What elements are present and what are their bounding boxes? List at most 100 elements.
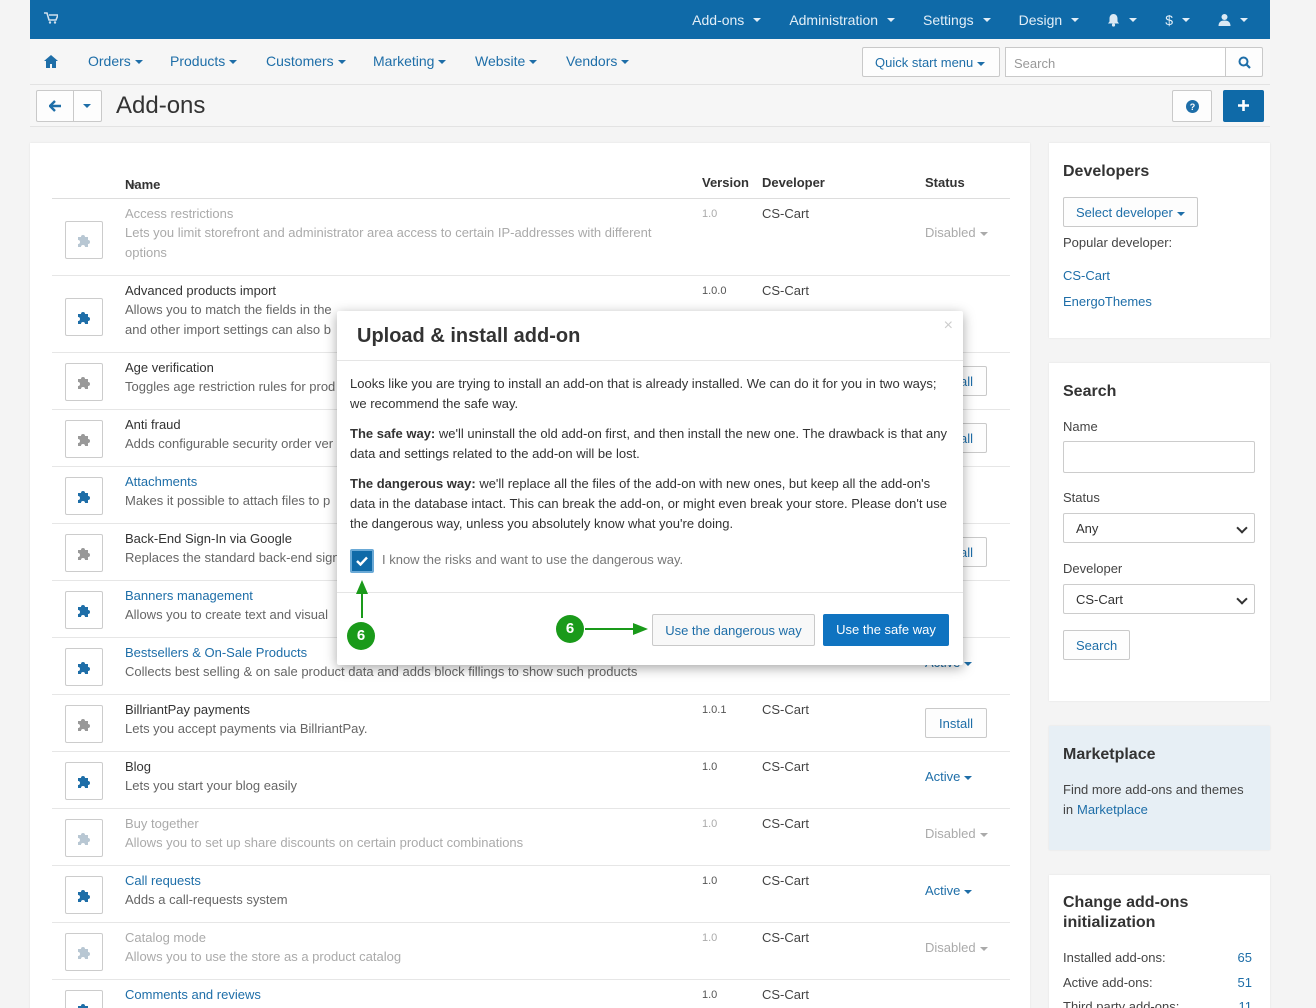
status-dropdown[interactable]: Disabled <box>925 940 988 955</box>
name-filter-input[interactable] <box>1063 441 1255 473</box>
installed-count[interactable]: 65 <box>1238 950 1252 965</box>
table-row: BillriantPay payments Lets you accept pay… <box>52 695 1010 752</box>
menu-administration[interactable]: Administration <box>775 12 909 28</box>
currency-menu[interactable]: $ <box>1151 12 1204 28</box>
nav-marketing[interactable]: Marketing <box>373 53 447 69</box>
risk-checkbox[interactable] <box>350 549 374 573</box>
notifications-menu[interactable] <box>1093 13 1151 27</box>
safe-line-2: data and settings related to the add-on … <box>350 446 640 461</box>
marketplace-text: Find more add-ons and themes <box>1063 782 1244 797</box>
addon-description: Lets you accept payments via BillriantPa… <box>125 721 368 736</box>
nav-website[interactable]: Website <box>475 53 538 69</box>
puzzle-icon <box>78 833 90 845</box>
addon-description: Collects best selling & on sale product … <box>125 664 638 679</box>
developer-link-energothemes[interactable]: EnergoThemes <box>1063 294 1152 309</box>
init-panel: Change add-ons initialization Installed … <box>1049 875 1270 1008</box>
menu-settings[interactable]: Settings <box>909 12 1005 28</box>
nav-customers[interactable]: Customers <box>266 53 346 69</box>
search-button[interactable] <box>1225 47 1263 77</box>
puzzle-icon <box>78 719 90 731</box>
addon-developer: CS-Cart <box>762 702 809 717</box>
addon-developer: CS-Cart <box>762 873 809 888</box>
quick-start-menu-button[interactable]: Quick start menu <box>862 47 1000 77</box>
user-menu[interactable] <box>1204 13 1270 26</box>
sidebar-search-button[interactable]: Search <box>1063 630 1131 660</box>
back-dropdown[interactable] <box>73 90 102 122</box>
status-dropdown[interactable]: Disabled <box>925 225 988 240</box>
back-button[interactable] <box>36 90 74 122</box>
search-input[interactable]: Search <box>1005 47 1226 77</box>
addon-name: Buy together <box>125 816 199 831</box>
modal-title: Upload & install add-on <box>357 325 581 347</box>
addon-developer: CS-Cart <box>762 206 809 221</box>
addon-puzzle-icon <box>65 648 103 686</box>
addon-developer: CS-Cart <box>762 283 809 298</box>
marketplace-title: Marketplace <box>1063 746 1156 763</box>
addon-name[interactable]: Attachments <box>125 474 197 489</box>
addon-description: Allows you to use the store as a product… <box>125 949 402 964</box>
title-bar: Add-ons ? <box>30 85 1270 127</box>
use-dangerous-way-button[interactable]: Use the dangerous way <box>652 614 815 646</box>
modal-intro: Looks like you are trying to install an … <box>350 374 950 414</box>
puzzle-icon <box>78 491 90 503</box>
question-icon: ? <box>1186 100 1199 113</box>
addon-puzzle-icon <box>65 591 103 629</box>
home-icon[interactable] <box>44 55 58 68</box>
help-button[interactable]: ? <box>1172 90 1212 122</box>
add-addon-button[interactable] <box>1223 90 1264 122</box>
modal-header: Upload & install add-on × <box>337 311 963 361</box>
puzzle-icon <box>78 312 90 324</box>
addon-description: Adds configurable security order ver <box>125 436 334 451</box>
search-panel: Search Name Status Any Developer CS-Cart… <box>1049 363 1270 701</box>
nav-vendors[interactable]: Vendors <box>566 53 630 69</box>
install-button[interactable]: Install <box>925 708 987 738</box>
addon-puzzle-icon <box>65 933 103 971</box>
addon-name: Catalog mode <box>125 930 206 945</box>
use-safe-way-button[interactable]: Use the safe way <box>823 614 949 646</box>
addon-name: Access restrictions <box>125 206 234 221</box>
risk-checkbox-label[interactable]: I know the risks and want to use the dan… <box>382 552 683 567</box>
cart-icon[interactable] <box>44 12 58 24</box>
danger-line-1-text: we'll replace all the files of the add-o… <box>475 476 931 491</box>
addon-puzzle-icon <box>65 876 103 914</box>
table-row: Call requests Adds a call-requests system… <box>52 866 1010 923</box>
status-dropdown[interactable]: Disabled <box>925 826 988 841</box>
search-title: Search <box>1063 383 1117 400</box>
addon-name[interactable]: Banners management <box>125 588 253 603</box>
marketplace-link[interactable]: Marketplace <box>1077 802 1148 817</box>
addon-name[interactable]: Bestsellers & On-Sale Products <box>125 645 307 660</box>
status-dropdown[interactable]: Active <box>925 883 973 898</box>
active-count[interactable]: 51 <box>1238 975 1252 990</box>
name-label: Name <box>1063 419 1098 434</box>
checkmark-icon <box>356 556 368 566</box>
upload-install-modal: Upload & install add-on × Looks like you… <box>337 311 963 665</box>
status-select[interactable]: Any <box>1063 513 1255 543</box>
close-icon[interactable]: × <box>944 317 953 335</box>
addon-developer: CS-Cart <box>762 816 809 831</box>
nav-products[interactable]: Products <box>170 53 238 69</box>
select-developer-button[interactable]: Select developer <box>1063 197 1198 227</box>
table-row: Buy together Allows you to set up share d… <box>52 809 1010 866</box>
menu-design[interactable]: Design <box>1005 12 1094 28</box>
table-header: Name Version Developer Status <box>52 173 1010 199</box>
addon-version: 1.0 <box>702 989 718 1001</box>
developer-select[interactable]: CS-Cart <box>1063 584 1255 614</box>
bell-icon <box>1108 13 1120 27</box>
third-party-label: Third party add-ons: <box>1063 999 1180 1008</box>
addon-description: Adds a call-requests system <box>125 892 288 907</box>
addon-version: 1.0 <box>702 208 718 220</box>
nav-orders[interactable]: Orders <box>88 53 143 69</box>
addon-name[interactable]: Call requests <box>125 873 201 888</box>
arrow-left-icon <box>49 100 61 112</box>
addon-name[interactable]: Comments and reviews <box>125 987 261 1002</box>
addon-version: 1.0 <box>702 818 718 830</box>
danger-line-2: data in the database intact. This can br… <box>350 496 947 511</box>
status-dropdown[interactable]: Active <box>925 769 973 784</box>
developer-link-cscart[interactable]: CS-Cart <box>1063 268 1110 283</box>
menu-addons[interactable]: Add-ons <box>678 12 775 28</box>
puzzle-icon <box>78 1004 88 1008</box>
dangerous-way-text: The dangerous way: we'll replace all the… <box>350 474 950 534</box>
header-status: Status <box>925 175 965 190</box>
header-name[interactable]: Name <box>125 175 160 192</box>
third-party-count[interactable]: 11 <box>1239 999 1253 1008</box>
